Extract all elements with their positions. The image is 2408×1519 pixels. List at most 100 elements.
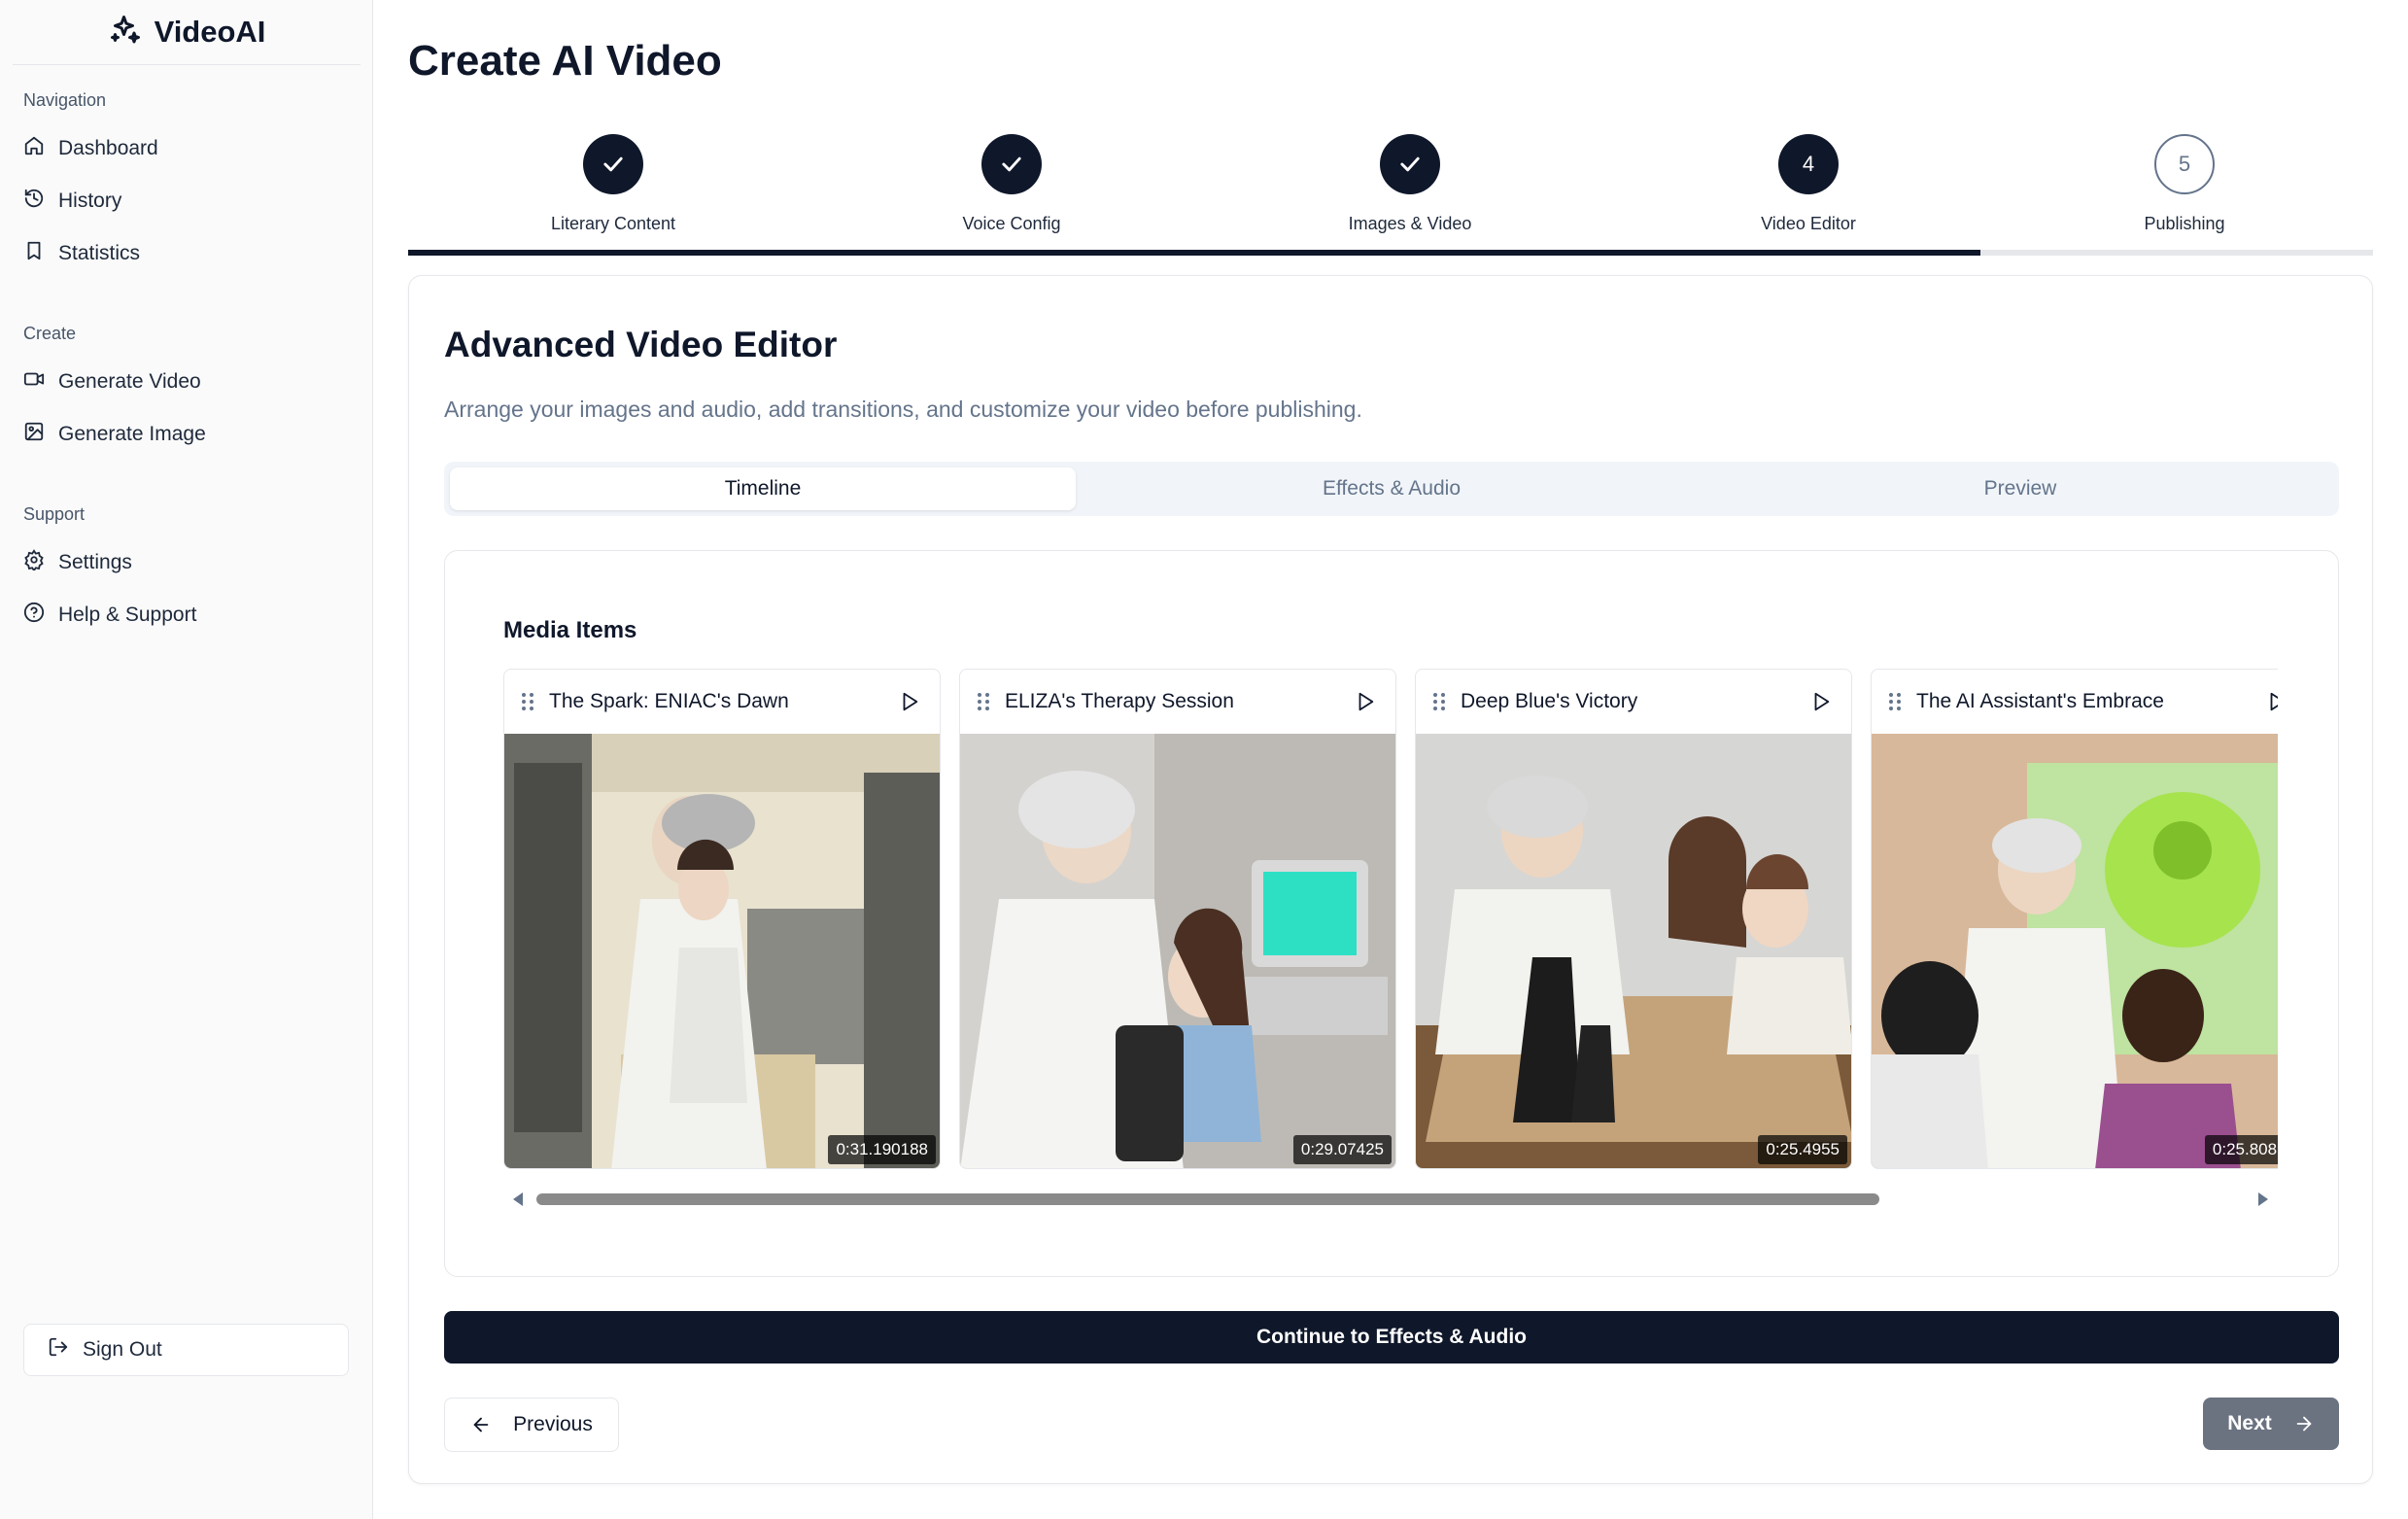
media-duration: 0:29.07425: [1292, 1135, 1392, 1164]
sidebar-item-label: Generate Image: [58, 423, 206, 445]
drag-handle-icon[interactable]: [976, 691, 991, 712]
media-items-title: Media Items: [503, 617, 637, 643]
continue-button[interactable]: Continue to Effects & Audio: [444, 1311, 2339, 1364]
step-publishing[interactable]: 5 Publishing: [2068, 134, 2301, 234]
step-label: Video Editor: [1761, 214, 1856, 233]
arrow-right-icon: [2296, 1416, 2312, 1432]
brand-name: VideoAI: [154, 15, 266, 49]
tab-preview[interactable]: Preview: [1707, 467, 2333, 510]
next-label: Next: [2227, 1412, 2272, 1434]
sidebar: VideoAI Navigation Dashboard History Sta…: [0, 0, 373, 1519]
history-icon: [23, 188, 45, 215]
gear-icon: [23, 549, 45, 576]
media-item-title: Deep Blue's Victory: [1461, 690, 1638, 712]
media-scrollbar[interactable]: [503, 1188, 2278, 1211]
step-progress-fill: [408, 250, 1980, 256]
scroll-thumb[interactable]: [536, 1193, 1879, 1205]
step-complete-indicator: [583, 134, 643, 194]
sidebar-item-label: Generate Video: [58, 370, 201, 393]
bookmark-icon: [23, 240, 45, 267]
play-icon[interactable]: [1810, 691, 1832, 712]
editor-description: Arrange your images and audio, add trans…: [444, 397, 1362, 422]
drag-handle-icon[interactable]: [1431, 691, 1447, 712]
step-video-editor[interactable]: 4 Video Editor: [1692, 134, 1925, 234]
sidebar-item-dashboard[interactable]: Dashboard: [23, 129, 158, 168]
media-item-title: ELIZA's Therapy Session: [1005, 690, 1234, 712]
media-duration: 0:25.80893: [2204, 1135, 2278, 1164]
scroll-right-icon[interactable]: [2258, 1192, 2268, 1206]
step-label: Voice Config: [962, 214, 1061, 233]
previous-label: Previous: [513, 1413, 593, 1435]
media-thumbnail: 0:25.4955: [1416, 734, 1851, 1168]
help-circle-icon: [23, 602, 45, 629]
sidebar-item-label: Settings: [58, 551, 132, 573]
media-item[interactable]: ELIZA's Therapy Session 0:29.07425: [959, 669, 1396, 1169]
media-item-header: The AI Assistant's Embrace: [1872, 670, 2278, 734]
sidebar-item-generate-video[interactable]: Generate Video: [23, 362, 201, 401]
check-icon: [603, 156, 623, 172]
step-number: 5: [2154, 134, 2215, 194]
nav-group-label: Navigation: [23, 90, 107, 110]
arrow-left-icon: [473, 1417, 489, 1433]
check-icon: [1002, 156, 1021, 172]
video-icon: [23, 368, 45, 396]
step-label: Publishing: [2144, 214, 2225, 233]
drag-handle-icon[interactable]: [520, 691, 535, 712]
step-number: 4: [1778, 134, 1839, 194]
sidebar-item-label: History: [58, 190, 122, 212]
check-icon: [1400, 156, 1420, 172]
play-icon[interactable]: [899, 691, 920, 712]
stepper: Literary Content Voice Config Images & V…: [408, 0, 2373, 258]
media-item[interactable]: The Spark: ENIAC's Dawn 0:31.190188: [503, 669, 941, 1169]
sidebar-item-generate-image[interactable]: Generate Image: [23, 415, 206, 454]
sidebar-item-statistics[interactable]: Statistics: [23, 234, 140, 273]
media-item-title: The Spark: ENIAC's Dawn: [549, 690, 789, 712]
step-label: Literary Content: [550, 214, 676, 233]
sidebar-item-help[interactable]: Help & Support: [23, 596, 196, 635]
media-item-title: The AI Assistant's Embrace: [1916, 690, 2164, 712]
media-duration: 0:31.190188: [828, 1135, 936, 1164]
logout-icon: [48, 1336, 69, 1364]
editor-title: Advanced Video Editor: [444, 325, 838, 364]
image-icon: [23, 421, 45, 448]
sidebar-item-label: Dashboard: [58, 137, 158, 159]
nav-group-label: Create: [23, 324, 77, 343]
sidebar-item-settings[interactable]: Settings: [23, 543, 132, 582]
play-icon[interactable]: [2266, 691, 2278, 712]
home-icon: [23, 135, 45, 162]
scroll-left-icon[interactable]: [513, 1192, 523, 1206]
step-label: Images & Video: [1348, 214, 1472, 233]
editor-card: Advanced Video Editor Arrange your image…: [408, 275, 2373, 1484]
nav-group-label: Support: [23, 504, 86, 524]
tab-timeline[interactable]: Timeline: [450, 467, 1076, 510]
media-strip[interactable]: The Spark: ENIAC's Dawn 0:31.190188 ELIZ…: [503, 669, 2278, 1179]
tab-effects-audio[interactable]: Effects & Audio: [1079, 467, 1704, 510]
brand[interactable]: VideoAI: [13, 0, 361, 65]
previous-button[interactable]: Previous: [444, 1398, 619, 1452]
play-icon[interactable]: [1355, 691, 1376, 712]
next-button[interactable]: Next: [2203, 1398, 2339, 1450]
step-complete-indicator: [981, 134, 1042, 194]
sparkles-icon: [108, 13, 143, 52]
media-thumbnail: 0:31.190188: [504, 734, 940, 1168]
media-thumbnail: 0:29.07425: [960, 734, 1395, 1168]
sign-out-button[interactable]: Sign Out: [23, 1324, 349, 1376]
sidebar-item-history[interactable]: History: [23, 182, 121, 221]
step-progress-bar: [408, 250, 2373, 256]
drag-handle-icon[interactable]: [1887, 691, 1903, 712]
sign-out-label: Sign Out: [83, 1338, 162, 1361]
editor-tabs: Timeline Effects & Audio Preview: [444, 462, 2339, 516]
media-item[interactable]: Deep Blue's Victory 0:25.4955: [1415, 669, 1852, 1169]
media-item-header: The Spark: ENIAC's Dawn: [504, 670, 940, 734]
media-item-header: Deep Blue's Victory: [1416, 670, 1851, 734]
step-literary-content[interactable]: Literary Content: [497, 134, 730, 234]
sidebar-item-label: Statistics: [58, 242, 141, 264]
step-voice-config[interactable]: Voice Config: [895, 134, 1128, 234]
step-complete-indicator: [1380, 134, 1440, 194]
timeline-panel: Media Items The Spark: ENIAC's Dawn 0:31…: [444, 550, 2339, 1277]
sidebar-item-label: Help & Support: [58, 604, 197, 626]
media-duration: 0:25.4955: [1758, 1135, 1847, 1164]
media-thumbnail: 0:25.80893: [1872, 734, 2278, 1168]
step-images-video[interactable]: Images & Video: [1293, 134, 1527, 234]
media-item[interactable]: The AI Assistant's Embrace 0:25.808: [1871, 669, 2278, 1169]
